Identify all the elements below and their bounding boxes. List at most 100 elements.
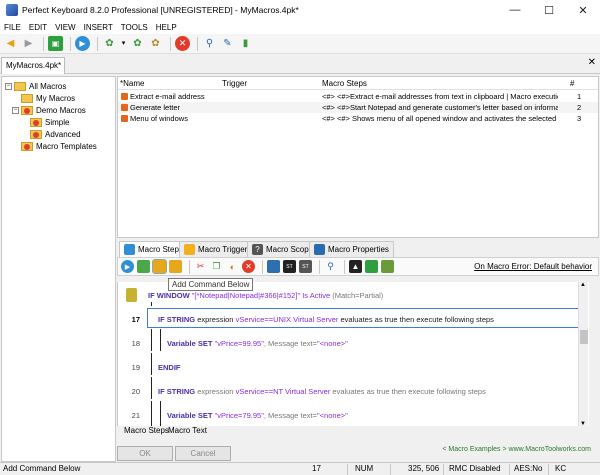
tree-item-demo-macros[interactable]: − Demo Macros	[12, 104, 86, 116]
document-icon[interactable]	[365, 260, 378, 273]
step-icon[interactable]: ST	[299, 260, 312, 273]
edit-step-icon[interactable]	[267, 260, 280, 273]
condition-icon	[126, 288, 137, 302]
tree-item-all-macros[interactable]: − All Macros	[5, 80, 66, 92]
menu-insert[interactable]: INSERT	[84, 23, 113, 32]
macro-settings-icon[interactable]: ✿	[130, 36, 145, 51]
line-number: 17	[131, 315, 140, 324]
collapse-icon[interactable]: −	[5, 82, 12, 90]
macro-icon	[121, 115, 128, 122]
status-divider	[347, 464, 348, 475]
window-title: Perfect Keyboard 8.2.0 Professional [UNR…	[22, 5, 299, 15]
scroll-up-icon[interactable]: ▲	[580, 282, 586, 288]
list-item[interactable]: Generate letter <#> <#>Start Notepad and…	[118, 102, 598, 113]
tree-item-macro-templates[interactable]: Macro Templates	[21, 140, 97, 152]
status-line: 17	[312, 464, 321, 473]
tools-icon[interactable]: ✎	[220, 36, 235, 51]
macro-steps: <#> <#>Extract e-mail addresses from tex…	[322, 92, 558, 101]
cut-icon[interactable]: ✂	[194, 260, 207, 273]
forward-arrow-icon[interactable]: ▶	[21, 36, 36, 51]
add-command-below-icon[interactable]	[152, 259, 167, 274]
line-number: 18	[131, 339, 140, 348]
tab-macro-scope[interactable]: ? Macro Scope	[247, 241, 319, 257]
notes-icon[interactable]	[381, 260, 394, 273]
collapse-icon[interactable]: −	[12, 106, 19, 114]
menu-bar: FILE EDIT VIEW INSERT TOOLS HELP	[0, 20, 600, 34]
website-link[interactable]: < Macro Examples > www.MacroToolworks.co…	[442, 446, 591, 453]
play-icon[interactable]: ▶	[121, 260, 134, 273]
code-line-if-window[interactable]: IF WINDOW "[*Notepad|Notepad|#366|#152]"…	[148, 291, 383, 300]
find-icon[interactable]: ⚲	[324, 260, 337, 273]
code-line-if-string[interactable]: IF STRING expression vService==NT Virtua…	[158, 387, 486, 396]
save-icon[interactable]: ▣	[48, 36, 63, 51]
toolbar-separator	[344, 259, 345, 274]
cancel-button[interactable]: Cancel	[175, 446, 231, 461]
tree-item-label: Advanced	[45, 129, 81, 139]
book-icon[interactable]: ▮	[238, 36, 253, 51]
app-icon	[6, 4, 18, 16]
run-icon[interactable]: ▶	[75, 36, 90, 51]
status-message: Add Command Below	[3, 464, 81, 473]
back-arrow-icon[interactable]: ◀	[3, 36, 18, 51]
paste-icon[interactable]: ◐	[226, 260, 239, 273]
tree-item-my-macros[interactable]: My Macros	[21, 92, 75, 104]
tab-macro-steps-view[interactable]: Macro Steps	[124, 426, 169, 435]
block-indicator	[151, 377, 152, 399]
tab-macro-properties[interactable]: Macro Properties	[309, 241, 394, 257]
code-line-variable-set[interactable]: Variable SET "vPrice=79.95", Message tex…	[167, 411, 348, 420]
menu-help[interactable]: HELP	[156, 23, 177, 32]
tree-item-simple[interactable]: Simple	[30, 116, 69, 128]
new-macro-icon[interactable]: ✿	[102, 36, 117, 51]
search-icon[interactable]: ⚲	[202, 36, 217, 51]
add-command-above-icon[interactable]	[137, 260, 150, 273]
close-document-icon[interactable]: ✕	[588, 57, 596, 68]
delete-icon[interactable]: ✕	[175, 36, 190, 51]
line-number: 21	[131, 411, 140, 420]
toolbar-separator	[319, 259, 320, 274]
dropdown-arrow-icon[interactable]: ▾	[120, 36, 127, 51]
column-name-header[interactable]: *Name	[120, 79, 144, 88]
vertical-scrollbar[interactable]: ▲ ▼	[578, 282, 588, 427]
tab-macro-text-view[interactable]: Macro Text	[168, 426, 207, 435]
copy-icon[interactable]: ❐	[210, 260, 223, 273]
maximize-button[interactable]: ☐	[532, 0, 566, 20]
macro-group-icon[interactable]: ✿	[148, 36, 163, 51]
column-trigger-header[interactable]: Trigger	[222, 79, 247, 88]
delete-step-icon[interactable]: ✕	[242, 260, 255, 273]
menu-file[interactable]: FILE	[4, 23, 21, 32]
status-rmc: RMC Disabled	[449, 464, 501, 473]
insert-command-icon[interactable]	[169, 260, 182, 273]
list-item[interactable]: Extract e-mail address <#> <#>Extract e-…	[118, 91, 598, 102]
list-item[interactable]: Menu of windows <#> <#> Shows menu of al…	[118, 113, 598, 124]
macro-code-editor[interactable]: IF WINDOW "[*Notepad|Notepad|#366|#152]"…	[117, 282, 589, 427]
tree-item-label: Macro Templates	[36, 141, 97, 151]
ok-button[interactable]: OK	[117, 446, 173, 461]
column-steps-header[interactable]: Macro Steps	[322, 79, 367, 88]
tree-item-label: My Macros	[36, 93, 76, 103]
toolbar-separator	[70, 36, 71, 51]
close-button[interactable]: ✕	[566, 0, 600, 20]
column-number-header[interactable]: #	[570, 79, 574, 88]
code-line-variable-set[interactable]: Variable SET "vPrice=99.95", Message tex…	[167, 339, 348, 348]
tab-macro-triggers[interactable]: Macro Triggers	[179, 241, 257, 257]
minimize-button[interactable]: —	[498, 0, 532, 20]
start-icon[interactable]: ST	[283, 260, 296, 273]
status-divider	[443, 464, 444, 475]
tab-macro-steps[interactable]: Macro Steps	[119, 241, 188, 257]
macro-tree: − All Macros My Macros − Demo Macros Sim…	[1, 76, 116, 462]
tab-label: Macro Triggers	[198, 245, 252, 254]
scrollbar-thumb[interactable]	[580, 330, 588, 344]
lightning-icon	[184, 244, 195, 255]
line-number: 19	[131, 363, 140, 372]
menu-view[interactable]: VIEW	[55, 23, 75, 32]
on-error-link[interactable]: On Macro Error: Default behavior	[474, 262, 592, 271]
menu-tools[interactable]: TOOLS	[121, 23, 148, 32]
tree-item-label: All Macros	[29, 81, 67, 91]
menu-edit[interactable]: EDIT	[29, 23, 47, 32]
warning-icon[interactable]: ▲	[349, 260, 362, 273]
status-divider	[509, 464, 510, 475]
code-line-endif[interactable]: ENDIF	[158, 363, 181, 372]
document-tab[interactable]: MyMacros.4pk*	[1, 57, 65, 74]
macro-icon	[121, 104, 128, 111]
tree-item-advanced[interactable]: Advanced	[30, 128, 81, 140]
